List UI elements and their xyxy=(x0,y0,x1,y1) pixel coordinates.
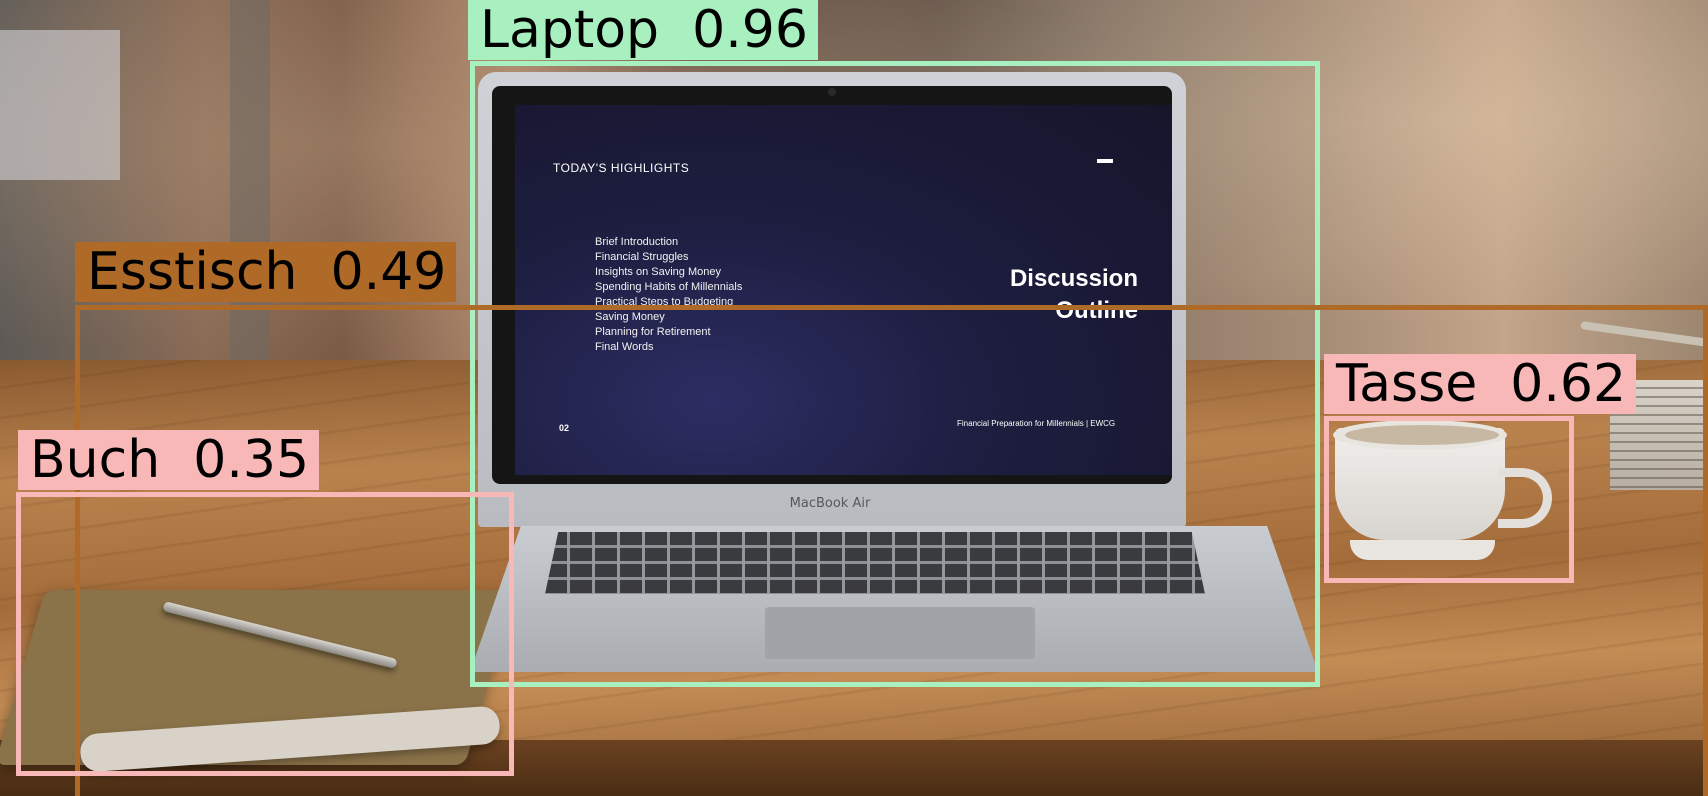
detection-box-cup xyxy=(1324,416,1574,583)
detection-class: Laptop xyxy=(480,0,660,60)
detection-label-dining-table: Esstisch 0.49 xyxy=(75,242,457,302)
detection-label-cup: Tasse 0.62 xyxy=(1324,354,1637,414)
detection-score: 0.62 xyxy=(1510,354,1627,414)
detection-score: 0.35 xyxy=(193,430,310,490)
detection-label-laptop: Laptop 0.96 xyxy=(468,0,818,60)
photo-scene: TODAY'S HIGHLIGHTS Brief Introduction Fi… xyxy=(0,0,1708,796)
detection-class: Buch xyxy=(30,430,161,490)
detection-score: 0.49 xyxy=(330,242,447,302)
background-shelf xyxy=(0,30,120,180)
detection-score: 0.96 xyxy=(692,0,808,60)
detection-label-book: Buch 0.35 xyxy=(18,430,320,490)
detection-box-book xyxy=(16,492,514,776)
detection-class: Tasse xyxy=(1336,354,1478,414)
detection-class: Esstisch xyxy=(87,242,298,302)
